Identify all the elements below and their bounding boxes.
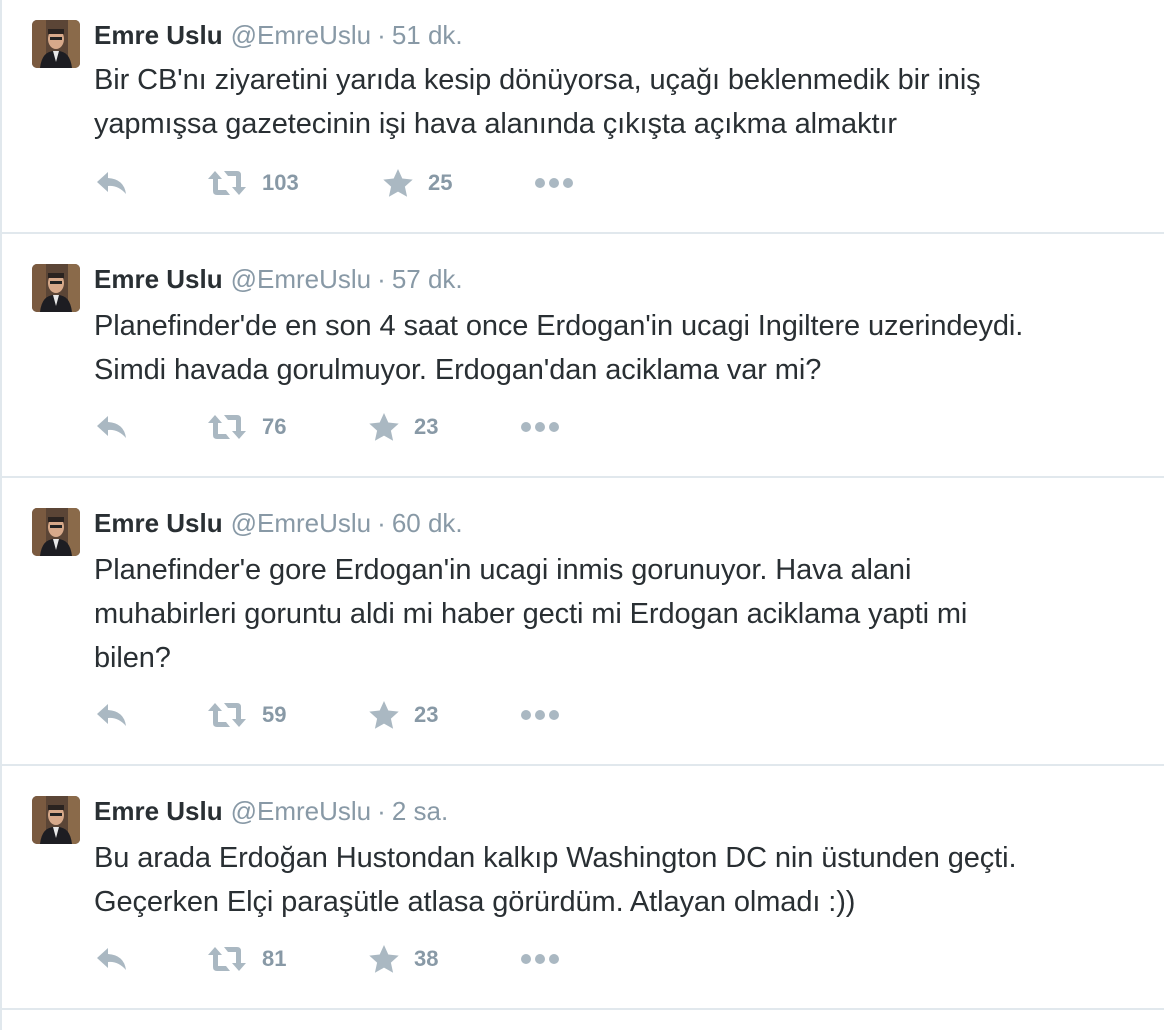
- avatar[interactable]: [32, 264, 80, 312]
- favorite-count: 38: [414, 946, 439, 971]
- reply-icon: [94, 945, 130, 973]
- username[interactable]: @EmreUslu: [231, 508, 372, 538]
- reply-icon: [94, 701, 130, 729]
- tweet-text-line: Bu arada Erdoğan Hustondan kalkıp Washin…: [94, 842, 1017, 874]
- fullname[interactable]: Emre Uslu: [94, 264, 223, 294]
- reply-button[interactable]: [94, 941, 130, 977]
- tweet[interactable]: Emre Uslu @EmreUslu · 51 dk. Bir CB'nı ziya…: [2, 0, 1164, 234]
- retweet-count: 76: [262, 414, 287, 439]
- retweet-button[interactable]: 59: [206, 697, 286, 733]
- more-dots-icon: [520, 953, 560, 965]
- more-dots-icon: [520, 421, 560, 433]
- fullname[interactable]: Emre Uslu: [94, 20, 223, 50]
- more-dots-icon: [520, 709, 560, 721]
- tweet-text: Bu arada Erdoğan Hustondan kalkıp Washin…: [94, 836, 1154, 924]
- tweet-text: Bir CB'nı ziyaretini yarıda kesip dönüyo…: [94, 58, 1154, 146]
- separator: ·: [377, 508, 386, 538]
- avatar[interactable]: [32, 508, 80, 556]
- timestamp[interactable]: 51 dk.: [392, 20, 463, 50]
- retweet-button[interactable]: 81: [206, 941, 286, 977]
- tweet-actions: 81 38: [94, 941, 694, 977]
- timestamp[interactable]: 60 dk.: [392, 508, 463, 538]
- star-icon: [382, 168, 414, 198]
- reply-button[interactable]: [94, 697, 130, 733]
- favorite-button[interactable]: 23: [368, 697, 438, 733]
- tweet-header: Emre Uslu @EmreUslu · 51 dk.: [94, 20, 463, 50]
- separator: ·: [377, 796, 386, 826]
- tweet-text-line: Bir CB'nı ziyaretini yarıda kesip dönüyo…: [94, 64, 981, 96]
- tweet-text-line: Geçerken Elçi paraşütle atlasa görürdüm.…: [94, 886, 856, 918]
- separator: ·: [377, 20, 386, 50]
- tweet-header: Emre Uslu @EmreUslu · 57 dk.: [94, 264, 463, 294]
- favorite-button[interactable]: 25: [382, 165, 452, 201]
- favorite-count: 25: [428, 170, 453, 195]
- retweet-icon: [206, 169, 248, 197]
- tweet-actions: 76 23: [94, 409, 694, 445]
- tweet-text-line: Planefinder'e gore Erdogan'in ucagi inmi…: [94, 554, 912, 586]
- username[interactable]: @EmreUslu: [231, 20, 372, 50]
- more-button[interactable]: [534, 165, 574, 201]
- tweet-timeline: Emre Uslu @EmreUslu · 51 dk. Bir CB'nı ziya…: [0, 0, 1164, 1030]
- avatar[interactable]: [32, 20, 80, 68]
- reply-button[interactable]: [94, 409, 130, 445]
- star-icon: [368, 944, 400, 974]
- favorite-button[interactable]: 38: [368, 941, 438, 977]
- reply-button[interactable]: [94, 165, 130, 201]
- reply-icon: [94, 413, 130, 441]
- tweet-text-line: Simdi havada gorulmuyor. Erdogan'dan aci…: [94, 354, 822, 386]
- favorite-count: 23: [414, 414, 439, 439]
- retweet-count: 103: [262, 170, 299, 195]
- fullname[interactable]: Emre Uslu: [94, 508, 223, 538]
- star-icon: [368, 700, 400, 730]
- fullname[interactable]: Emre Uslu: [94, 796, 223, 826]
- retweet-icon: [206, 945, 248, 973]
- tweet-actions: 59 23: [94, 697, 694, 733]
- tweet-text: Planefinder'e gore Erdogan'in ucagi inmi…: [94, 548, 1154, 680]
- tweet[interactable]: Emre Uslu @EmreUslu · 57 dk. Planefinder'de…: [2, 234, 1164, 478]
- tweet-text-line: muhabirleri goruntu aldi mi haber gecti …: [94, 598, 968, 630]
- separator: ·: [377, 264, 386, 294]
- retweet-button[interactable]: 76: [206, 409, 286, 445]
- more-dots-icon: [534, 177, 574, 189]
- tweet-text-line: bilen?: [94, 642, 171, 674]
- star-icon: [368, 412, 400, 442]
- retweet-icon: [206, 413, 248, 441]
- tweet-text-line: Planefinder'de en son 4 saat once Erdoga…: [94, 310, 1024, 342]
- retweet-count: 59: [262, 702, 287, 727]
- tweet[interactable]: Emre Uslu @EmreUslu · 2 sa. Bu arada Erdoğa…: [2, 766, 1164, 1010]
- timestamp[interactable]: 57 dk.: [392, 264, 463, 294]
- retweet-button[interactable]: 103: [206, 165, 299, 201]
- retweet-icon: [206, 701, 248, 729]
- favorite-button[interactable]: 23: [368, 409, 438, 445]
- favorite-count: 23: [414, 702, 439, 727]
- timestamp[interactable]: 2 sa.: [392, 796, 448, 826]
- reply-icon: [94, 169, 130, 197]
- tweet-header: Emre Uslu @EmreUslu · 60 dk.: [94, 508, 463, 538]
- more-button[interactable]: [520, 697, 560, 733]
- tweet-text-line: yapmışsa gazetecinin işi hava alanında ç…: [94, 108, 897, 140]
- tweet[interactable]: Emre Uslu @EmreUslu · 60 dk. Planefinder'e …: [2, 478, 1164, 766]
- tweet-header: Emre Uslu @EmreUslu · 2 sa.: [94, 796, 448, 826]
- avatar[interactable]: [32, 796, 80, 844]
- more-button[interactable]: [520, 409, 560, 445]
- tweet-actions: 103 25: [94, 165, 694, 201]
- retweet-count: 81: [262, 946, 287, 971]
- username[interactable]: @EmreUslu: [231, 264, 372, 294]
- more-button[interactable]: [520, 941, 560, 977]
- tweet-text: Planefinder'de en son 4 saat once Erdoga…: [94, 304, 1154, 392]
- username[interactable]: @EmreUslu: [231, 796, 372, 826]
